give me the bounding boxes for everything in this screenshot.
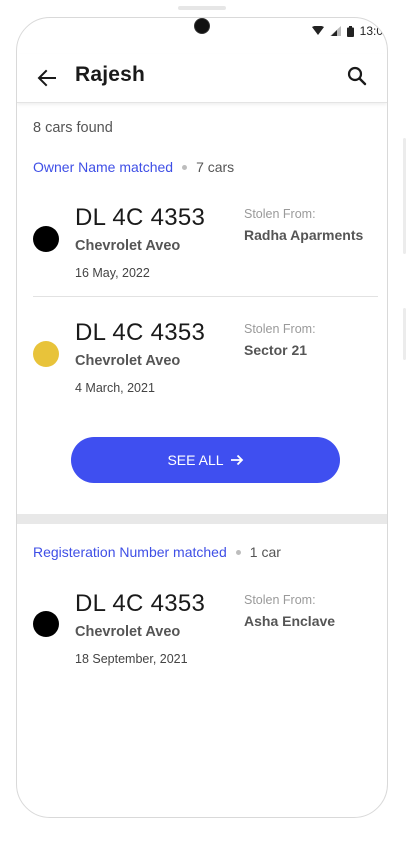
stolen-from-location: Radha Aparments bbox=[244, 227, 364, 243]
results-count: 8 cars found bbox=[33, 120, 113, 136]
car-plate: DL 4C 4353 bbox=[75, 590, 206, 617]
car-model: Chevrolet Aveo bbox=[75, 624, 181, 640]
stolen-date: 16 May, 2022 bbox=[75, 266, 150, 280]
car-plate: DL 4C 4353 bbox=[75, 204, 206, 231]
section-title: Owner Name matched bbox=[33, 159, 174, 175]
app-bar: Rajesh bbox=[17, 54, 387, 103]
screen: 13:0 Rajesh 8 cars found Owner Name matc… bbox=[0, 0, 407, 858]
status-dot bbox=[33, 611, 59, 637]
car-list-item[interactable]: DL 4C 4353 Chevrolet Aveo 16 May, 2022 S… bbox=[17, 204, 387, 304]
status-time: 13:0 bbox=[359, 24, 383, 38]
stolen-date: 4 March, 2021 bbox=[75, 381, 155, 395]
status-dot bbox=[33, 226, 59, 252]
separator-dot bbox=[235, 549, 241, 555]
car-list-item[interactable]: DL 4C 4353 Chevrolet Aveo 4 March, 2021 … bbox=[17, 319, 387, 419]
device-top-edge bbox=[178, 6, 226, 10]
front-camera bbox=[194, 18, 210, 34]
separator-dot bbox=[182, 164, 188, 170]
power-button bbox=[403, 308, 406, 360]
stolen-from-label: Stolen From: bbox=[244, 207, 316, 221]
arrow-right-icon bbox=[230, 454, 243, 466]
stolen-from-location: Asha Enclave bbox=[244, 613, 336, 629]
page-title: Rajesh bbox=[75, 63, 146, 86]
section-separator bbox=[17, 514, 387, 524]
section-count: 7 cars bbox=[196, 159, 235, 175]
volume-button bbox=[403, 138, 406, 254]
list-divider bbox=[33, 296, 378, 297]
stolen-date: 18 September, 2021 bbox=[75, 652, 188, 666]
search-icon[interactable] bbox=[345, 64, 369, 88]
car-model: Chevrolet Aveo bbox=[75, 238, 181, 254]
status-dot bbox=[33, 341, 59, 367]
phone-frame: 13:0 Rajesh 8 cars found Owner Name matc… bbox=[16, 17, 388, 818]
section-header-owner-name: Owner Name matched 7 cars bbox=[33, 159, 234, 175]
see-all-label: SEE ALL bbox=[167, 452, 224, 468]
stolen-from-label: Stolen From: bbox=[244, 322, 316, 336]
car-model: Chevrolet Aveo bbox=[75, 353, 181, 369]
car-list-item[interactable]: DL 4C 4353 Chevrolet Aveo 18 September, … bbox=[17, 590, 387, 690]
stolen-from-label: Stolen From: bbox=[244, 593, 316, 607]
section-title: Registeration Number matched bbox=[33, 544, 227, 560]
battery-icon bbox=[346, 25, 354, 37]
car-plate: DL 4C 4353 bbox=[75, 319, 206, 346]
see-all-button[interactable]: SEE ALL bbox=[71, 437, 340, 483]
wifi-icon bbox=[311, 26, 324, 35]
section-header-registration-number: Registeration Number matched 1 car bbox=[33, 544, 281, 560]
section-count: 1 car bbox=[249, 544, 281, 560]
arrow-left-icon[interactable] bbox=[35, 66, 59, 90]
stolen-from-location: Sector 21 bbox=[244, 342, 308, 358]
status-bar: 13:0 bbox=[311, 24, 383, 38]
signal-icon bbox=[329, 26, 341, 36]
